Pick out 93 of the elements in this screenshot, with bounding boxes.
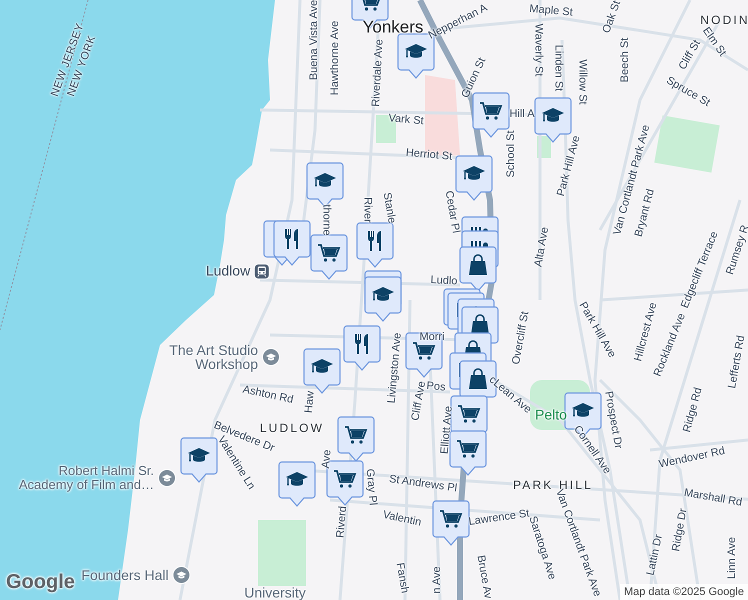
street-label: Valentin	[381, 508, 423, 531]
street-label: Maple St	[528, 2, 574, 21]
shopping-cart-icon	[334, 470, 356, 488]
graduation-cap-icon	[188, 448, 210, 462]
shopping-cart-icon	[345, 426, 368, 444]
street-label: n Ave	[430, 566, 444, 594]
street-label: Herriot St	[405, 146, 453, 165]
shopping-cart-icon	[440, 510, 462, 528]
street-label: School St	[504, 130, 518, 178]
shopping-cart-icon	[318, 244, 340, 262]
graduation-cap-icon	[311, 359, 333, 373]
map-marker[interactable]	[337, 416, 375, 462]
map-marker[interactable]	[459, 246, 497, 292]
graduation-cap-icon	[405, 44, 427, 58]
map-background[interactable]	[0, 0, 748, 600]
street-label: Riverdale Ave	[369, 38, 387, 108]
street-label: Marshall Rd	[683, 486, 744, 509]
school-pin-icon[interactable]	[172, 566, 191, 584]
street-label: Beech St	[618, 38, 632, 82]
map-marker[interactable]	[455, 155, 493, 201]
street-label: Ridge Dr	[669, 507, 690, 553]
street-label: Gray Pl	[362, 468, 380, 506]
graduation-cap-icon	[314, 173, 336, 187]
fork-and-knife-icon	[368, 231, 381, 251]
street-label: Waverly St	[531, 24, 546, 76]
shopping-bag-icon	[469, 368, 487, 389]
street-label: Alta Ave	[531, 226, 552, 268]
street-label: Livingston Ave	[384, 332, 405, 404]
graduation-cap-icon	[542, 108, 564, 122]
street-label: Lawrence St	[468, 506, 530, 528]
map-marker[interactable]	[310, 234, 348, 280]
fork-and-knife-icon	[355, 334, 368, 354]
street-label: Stanle	[380, 191, 399, 225]
train-station-icon[interactable]	[254, 263, 270, 279]
street-label: Pos	[426, 378, 446, 396]
street-label: Oak St	[599, 0, 624, 36]
graduation-cap-icon	[372, 287, 394, 301]
park-label[interactable]: Pelto	[535, 404, 567, 426]
shopping-bag-icon	[469, 254, 487, 275]
street-label: Buena Vista Ave	[306, 0, 321, 80]
map-marker[interactable]	[343, 325, 381, 371]
map-marker[interactable]	[356, 222, 394, 268]
street-label: Elm St	[700, 24, 730, 60]
school-pin-icon[interactable]	[158, 469, 176, 487]
street-label: Overcliff St	[509, 310, 532, 366]
street-label: Elliott Ave	[438, 405, 456, 455]
park-area	[258, 520, 306, 586]
graduation-cap-icon	[463, 166, 485, 180]
street-label: Ashton Rd	[241, 382, 295, 408]
street-label: Lattin Dr	[644, 532, 666, 578]
map-marker[interactable]	[273, 220, 311, 266]
street-label: Guion St	[458, 55, 490, 101]
map-marker[interactable]	[364, 276, 402, 322]
street-label: Park Hill Ave	[554, 134, 584, 198]
map-attribution[interactable]: Map data ©2025 Google	[620, 584, 748, 600]
place-label[interactable]: The Art Studio Workshop	[128, 343, 258, 371]
shopping-cart-icon	[458, 405, 480, 423]
street-label: Riverd	[333, 505, 350, 539]
fork-and-knife-icon	[285, 229, 298, 249]
street-label: Cedar Pl	[442, 190, 463, 234]
shopping-cart-icon	[413, 342, 436, 360]
street-label: Fansh	[392, 562, 412, 594]
street-label: Ridge Rd	[680, 386, 706, 434]
school-pin-icon[interactable]	[262, 348, 280, 366]
street-label: Cliff Ave	[408, 380, 428, 422]
map-marker[interactable]	[449, 430, 487, 476]
shopping-cart-icon	[480, 102, 502, 120]
street-label: Hill A	[509, 106, 535, 122]
graduation-cap-icon	[286, 472, 308, 486]
street-label: thorne	[319, 204, 334, 236]
street-label: St Andrews Pl	[388, 472, 458, 496]
street-label: Hillcrest Ave	[631, 300, 660, 363]
graduation-cap-icon	[572, 403, 594, 417]
street-label: Linn Ave	[724, 537, 739, 579]
street-label: Prospect Dr	[601, 390, 626, 450]
street-label: Bruce Av	[474, 554, 495, 600]
street-label: Wendover Rd	[657, 444, 727, 473]
street-label: Willow St	[575, 59, 590, 105]
street-label: Ludlo	[430, 273, 458, 290]
street-label: River	[360, 197, 374, 223]
street-label: Haw	[302, 390, 318, 414]
neighborhood-label: NODIN	[700, 12, 748, 27]
map-marker[interactable]	[432, 500, 470, 546]
map-marker[interactable]	[278, 461, 316, 507]
street-label: Hawthorne Ave	[328, 20, 342, 96]
street-label: Vark St	[388, 111, 424, 130]
map-logo[interactable]: Google	[6, 567, 75, 597]
street-label: Ave	[318, 448, 335, 470]
neighborhood-label: LUDLOW	[260, 420, 324, 435]
city-label[interactable]: Yonkers	[362, 14, 424, 40]
shopping-cart-icon	[457, 440, 480, 458]
street-label: Lefferts Rd	[725, 334, 748, 390]
street-label: Linden St	[551, 44, 566, 92]
